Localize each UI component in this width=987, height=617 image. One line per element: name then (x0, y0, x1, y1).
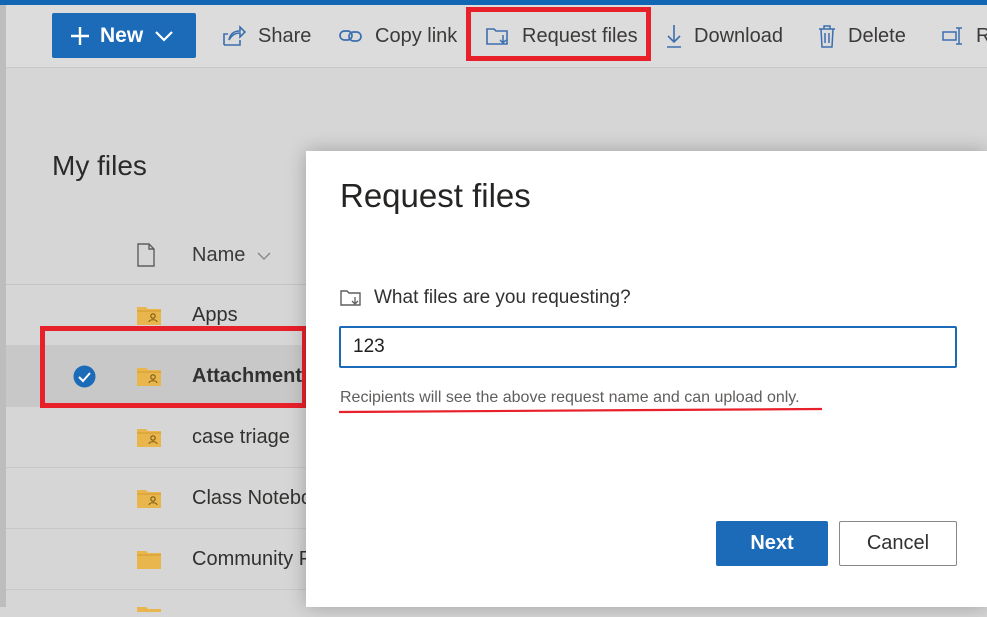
request-question: What files are you requesting? (340, 287, 631, 309)
file-name[interactable]: Community P (192, 529, 312, 589)
dialog-title: Request files (340, 177, 531, 214)
rename-label: R (976, 24, 987, 47)
download-button[interactable]: Download (666, 5, 783, 67)
share-button[interactable]: Share (222, 5, 311, 67)
next-button[interactable]: Next (716, 521, 828, 566)
copy-link-button[interactable]: Copy link (339, 5, 457, 67)
delete-button[interactable]: Delete (818, 5, 906, 67)
column-name-header[interactable]: Name (192, 226, 271, 284)
page-title: My files (52, 150, 147, 181)
folder-icon (136, 548, 162, 575)
file-list-header: Name (6, 226, 306, 285)
chevron-down-icon (155, 30, 173, 42)
folder-icon (136, 599, 162, 617)
copy-link-label: Copy link (375, 24, 458, 47)
shared-folder-icon (136, 426, 162, 453)
request-files-icon (340, 289, 362, 307)
link-icon (339, 27, 363, 45)
cancel-button[interactable]: Cancel (839, 521, 957, 566)
rename-button[interactable]: R (942, 5, 987, 67)
download-label: Download (694, 24, 783, 47)
hint-underline-annotation (338, 407, 823, 414)
shared-folder-icon (136, 487, 162, 514)
file-row[interactable]: case triage (6, 407, 306, 468)
plus-icon (70, 26, 90, 46)
column-name-label: Name (192, 244, 246, 266)
new-button[interactable]: New (52, 13, 196, 58)
request-question-label: What files are you requesting? (374, 287, 631, 308)
share-icon (222, 25, 246, 47)
download-icon (666, 24, 682, 48)
file-name[interactable]: Class Notebo (192, 468, 312, 528)
hint-text: Recipients will see the above request na… (340, 389, 800, 406)
sort-chevron-icon (257, 244, 271, 266)
request-files-highlight (466, 7, 651, 61)
rename-icon (942, 26, 964, 46)
file-row[interactable]: Community P (6, 529, 312, 590)
selected-row-highlight (40, 326, 307, 408)
file-type-icon (136, 243, 156, 272)
request-files-dialog: Request files What files are you request… (306, 151, 987, 607)
share-label: Share (258, 24, 312, 47)
new-button-label: New (100, 23, 144, 47)
delete-label: Delete (848, 24, 906, 47)
request-name-input[interactable] (339, 326, 957, 368)
delete-icon (818, 24, 836, 48)
file-name[interactable]: case triage (192, 407, 290, 467)
file-row[interactable]: Class Notebo (6, 468, 312, 529)
